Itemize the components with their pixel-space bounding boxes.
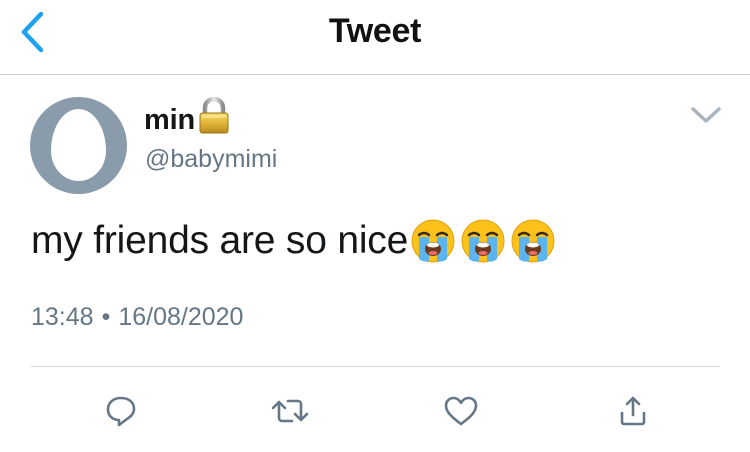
display-name[interactable]: min <box>144 104 195 137</box>
tweet-date: 16/08/2020 <box>118 303 244 331</box>
emoji-group <box>410 218 560 264</box>
nav-header: Tweet <box>0 0 750 75</box>
avatar[interactable] <box>30 97 127 194</box>
retweet-icon <box>271 399 309 423</box>
share-icon <box>620 396 646 426</box>
like-button[interactable] <box>436 388 486 434</box>
retweet-button[interactable] <box>265 388 315 434</box>
share-button[interactable] <box>608 388 658 434</box>
default-egg-avatar <box>51 109 106 181</box>
timestamp-separator: • <box>101 303 111 331</box>
tweet-body: my friends are so nice <box>31 215 560 267</box>
divider <box>31 366 720 367</box>
tweet-timestamp: 13:48 • 16/08/2020 <box>31 303 243 332</box>
lock-icon <box>197 96 231 140</box>
page-title: Tweet <box>328 12 422 50</box>
heart-icon <box>444 396 478 426</box>
tweet-text: my friends are so nice <box>31 219 409 262</box>
user-handle[interactable]: @babymimi <box>145 145 277 174</box>
author-name-row: min <box>144 96 231 139</box>
chevron-down-icon <box>691 107 721 123</box>
reply-button[interactable] <box>96 388 146 434</box>
tweet-menu-button[interactable] <box>686 98 726 132</box>
tweet-time: 13:48 <box>31 303 94 331</box>
loudly-crying-face-icon <box>461 219 505 263</box>
loudly-crying-face-icon <box>411 219 455 263</box>
loudly-crying-face-icon <box>511 219 555 263</box>
reply-icon <box>106 396 136 427</box>
